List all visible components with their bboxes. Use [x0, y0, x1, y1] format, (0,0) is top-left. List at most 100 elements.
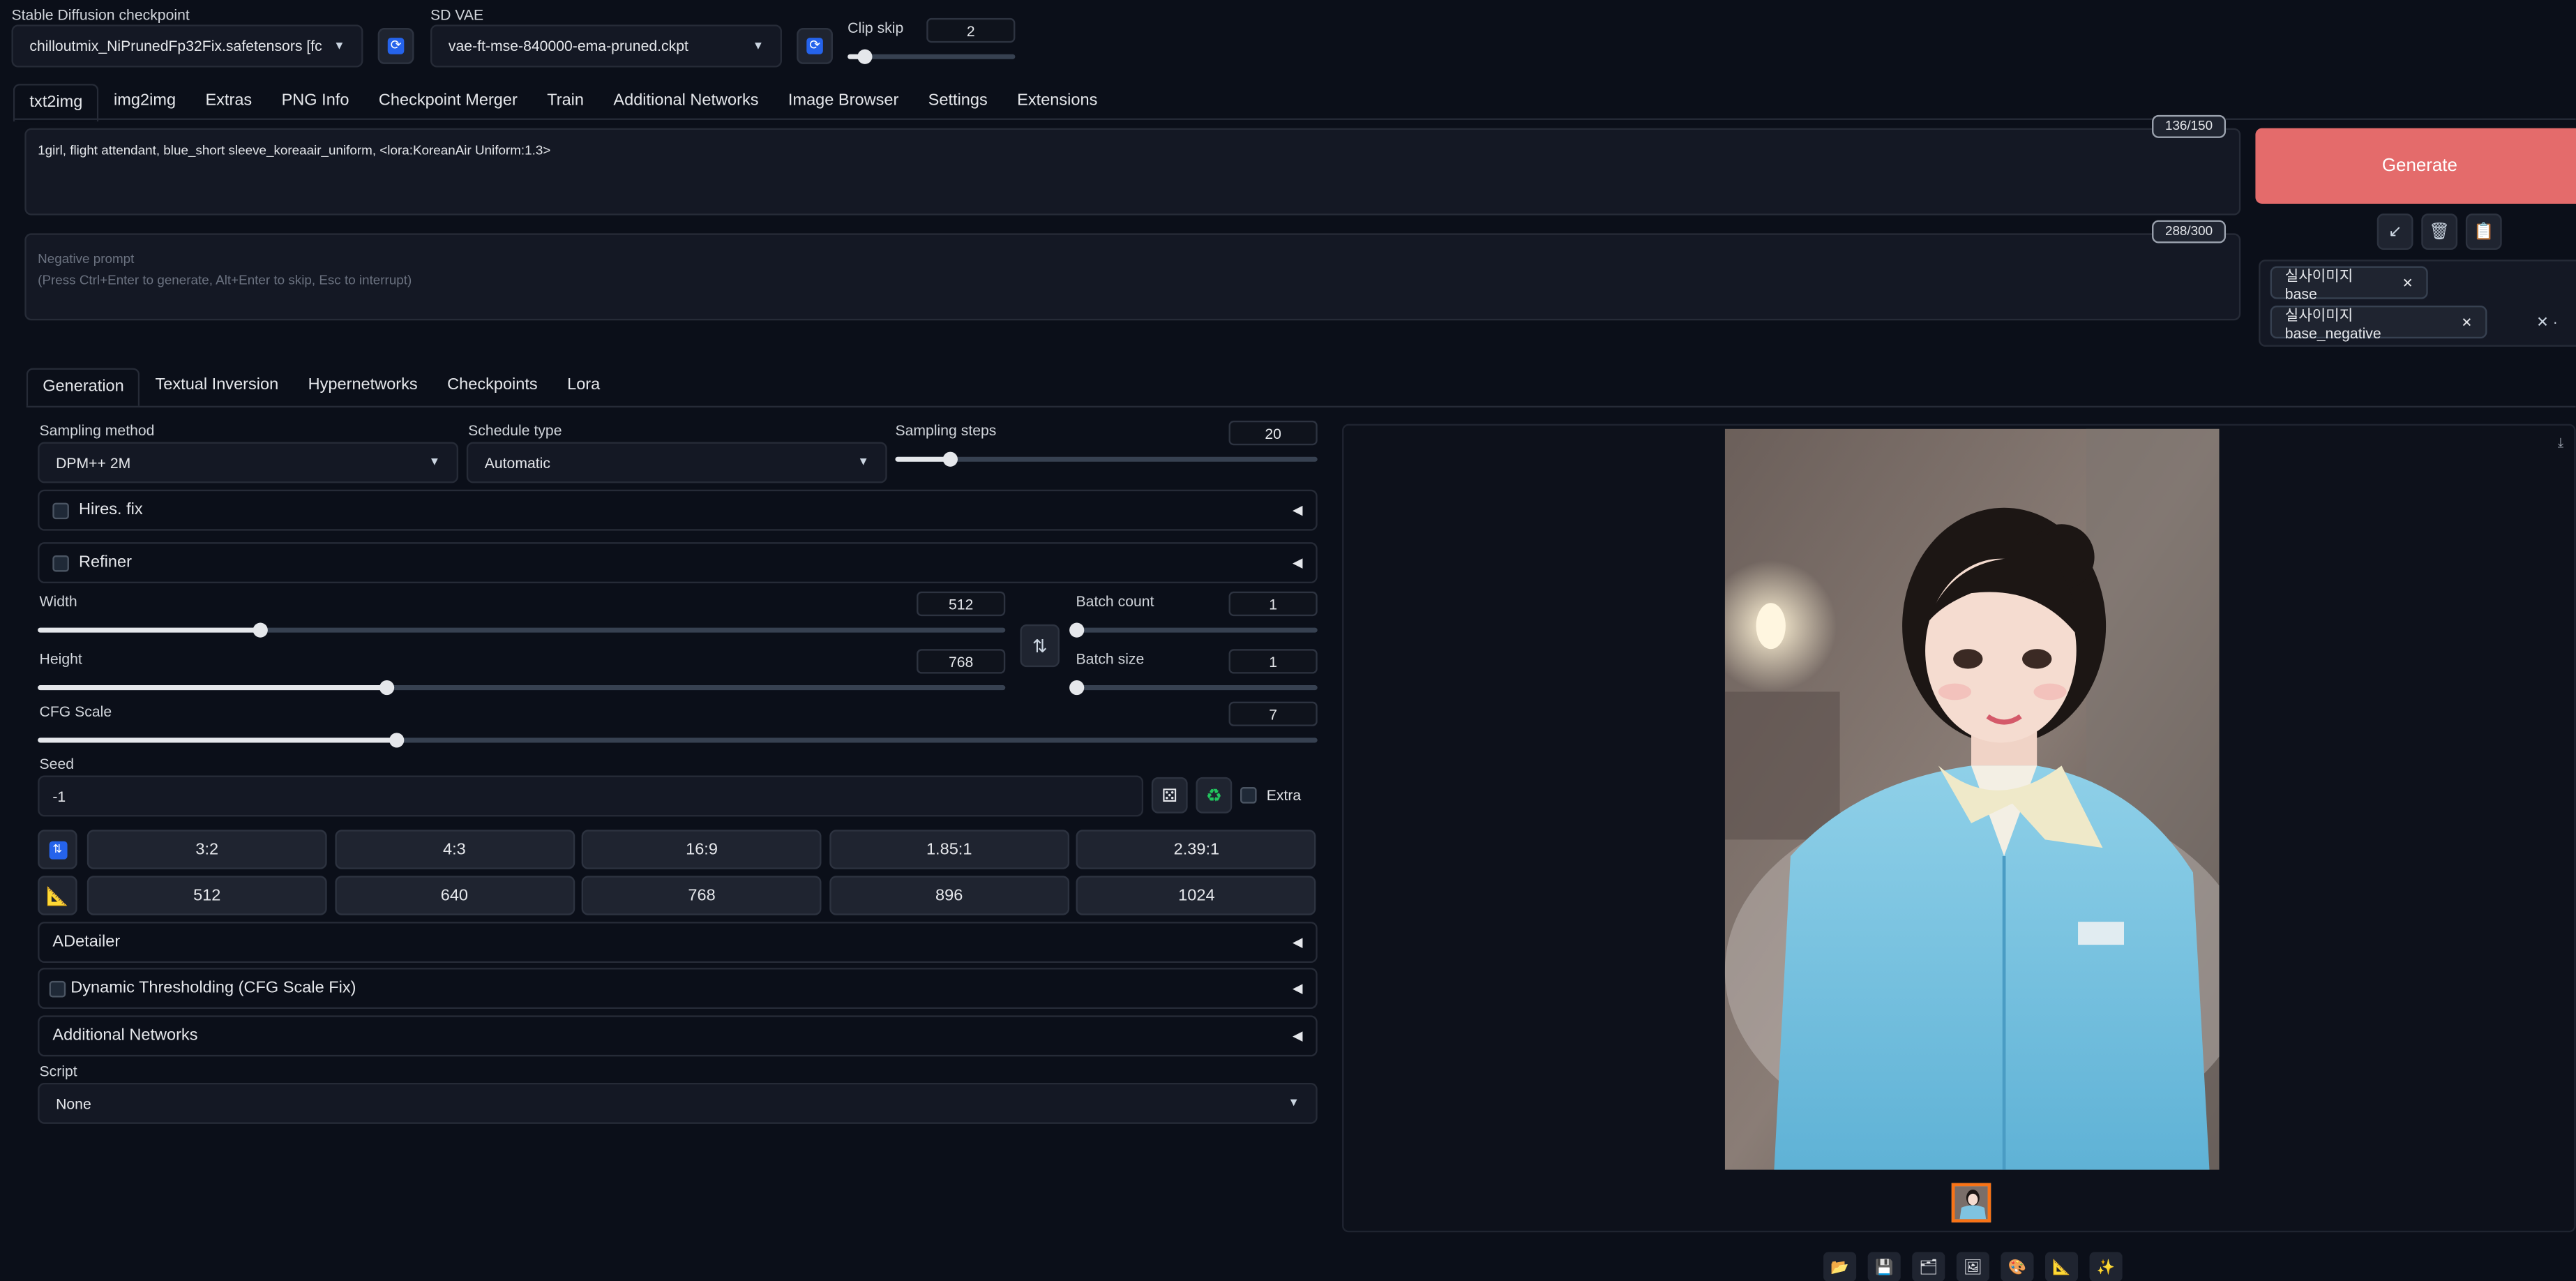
- subtab-hypernetworks[interactable]: Hypernetworks: [293, 368, 432, 406]
- dynamic-thresholding-accordion[interactable]: Dynamic Thresholding (CFG Scale Fix) ◀: [38, 968, 1318, 1009]
- subtab-checkpoints[interactable]: Checkpoints: [432, 368, 552, 406]
- tab-train[interactable]: Train: [532, 84, 598, 121]
- batch-size-input[interactable]: 1: [1228, 649, 1318, 674]
- random-seed-button[interactable]: ⚄: [1151, 777, 1188, 814]
- subtab-generation[interactable]: Generation: [26, 368, 141, 406]
- subtab-lora[interactable]: Lora: [552, 368, 615, 406]
- adetailer-accordion[interactable]: ADetailer ◀: [38, 922, 1318, 964]
- cfg-scale-input[interactable]: 7: [1228, 701, 1318, 726]
- tab-txt2img[interactable]: txt2img: [13, 84, 99, 122]
- vae-dropdown[interactable]: vae-ft-mse-840000-ema-pruned.ckpt ▼: [430, 24, 782, 68]
- tab-png-info[interactable]: PNG Info: [266, 84, 363, 121]
- batch-count-label: Batch count: [1076, 593, 1154, 610]
- tab-additional-networks[interactable]: Additional Networks: [598, 84, 774, 121]
- dynamic-thresholding-checkbox[interactable]: [49, 980, 66, 997]
- checkpoint-label: Stable Diffusion checkpoint: [11, 6, 190, 23]
- tab-extensions[interactable]: Extensions: [1002, 84, 1113, 121]
- trash-icon: 🗑: [2429, 223, 2450, 241]
- tab-extras[interactable]: Extras: [190, 84, 266, 121]
- generate-button[interactable]: Generate: [2255, 128, 2576, 204]
- tab-img2img[interactable]: img2img: [99, 84, 190, 121]
- refiner-checkbox[interactable]: [52, 554, 69, 571]
- sampling-steps-slider[interactable]: [895, 451, 1318, 467]
- size-preset-button[interactable]: 896: [829, 876, 1069, 915]
- batch-count-input[interactable]: 1: [1228, 591, 1318, 617]
- sampling-steps-input[interactable]: 20: [1228, 420, 1318, 446]
- slider-thumb[interactable]: [1069, 680, 1085, 696]
- clip-skip-slider[interactable]: [848, 49, 1016, 64]
- refresh-checkpoint-button[interactable]: ⟳: [377, 28, 414, 64]
- generated-image[interactable]: [1724, 428, 2220, 1170]
- batch-size-slider[interactable]: [1069, 680, 1318, 696]
- zip-button[interactable]: 🗂: [1912, 1252, 1945, 1281]
- size-preset-button[interactable]: 768: [582, 876, 822, 915]
- clip-skip-input[interactable]: 2: [926, 17, 1016, 43]
- seed-input[interactable]: -1: [38, 775, 1144, 817]
- switch-orientation-button[interactable]: ⇅: [38, 830, 77, 869]
- checkpoint-dropdown[interactable]: chilloutmix_NiPrunedFp32Fix.safetensors …: [11, 24, 363, 68]
- width-slider[interactable]: [38, 622, 1006, 638]
- script-value: None: [56, 1095, 91, 1112]
- read-params-button[interactable]: ↙: [2377, 214, 2413, 250]
- upscale-button[interactable]: ✨: [2089, 1252, 2123, 1281]
- clear-styles-icon[interactable]: ✕ ·: [2536, 314, 2558, 332]
- aspect-ratio-button[interactable]: 2.39:1: [1076, 830, 1317, 869]
- size-preset-button[interactable]: 640: [334, 876, 575, 915]
- refresh-vae-button[interactable]: ⟳: [797, 28, 833, 64]
- cfg-scale-slider[interactable]: [38, 733, 1318, 748]
- download-icon[interactable]: ⤓: [2558, 435, 2563, 452]
- tab-image-browser[interactable]: Image Browser: [774, 84, 914, 121]
- size-preset-button[interactable]: 1024: [1076, 876, 1317, 915]
- slider-thumb[interactable]: [943, 451, 958, 467]
- script-label: Script: [39, 1063, 77, 1080]
- slider-thumb[interactable]: [389, 733, 405, 748]
- size-preset-button[interactable]: 512: [86, 876, 327, 915]
- tab-settings[interactable]: Settings: [913, 84, 1002, 121]
- sampling-method-dropdown[interactable]: DPM++ 2M ▼: [38, 442, 459, 484]
- schedule-type-label: Schedule type: [468, 422, 562, 439]
- batch-count-slider[interactable]: [1069, 622, 1318, 638]
- tab-checkpoint-merger[interactable]: Checkpoint Merger: [364, 84, 532, 121]
- hires-fix-checkbox[interactable]: [52, 502, 69, 519]
- script-dropdown[interactable]: None ▼: [38, 1082, 1318, 1124]
- extra-checkbox[interactable]: [1240, 787, 1257, 804]
- folder-icon: 📂: [1830, 1257, 1849, 1275]
- additional-networks-accordion[interactable]: Additional Networks ◀: [38, 1015, 1318, 1057]
- apply-styles-button[interactable]: 📋: [2465, 214, 2502, 250]
- open-folder-button[interactable]: 📂: [1823, 1252, 1857, 1281]
- image-icon: 🖼: [1963, 1257, 1982, 1275]
- aspect-ratio-button[interactable]: 4:3: [334, 830, 575, 869]
- height-slider[interactable]: [38, 680, 1006, 696]
- chevron-down-icon: ▼: [1288, 1098, 1300, 1109]
- aspect-ratio-button[interactable]: 3:2: [86, 830, 327, 869]
- send-to-img2img-button[interactable]: 🖼: [1956, 1252, 1989, 1281]
- hires-fix-accordion[interactable]: Hires. fix ◀: [38, 489, 1318, 531]
- width-input[interactable]: 512: [917, 591, 1006, 617]
- close-icon[interactable]: ✕: [2402, 275, 2413, 290]
- save-button[interactable]: 💾: [1867, 1252, 1901, 1281]
- reuse-seed-button[interactable]: ♻: [1196, 777, 1233, 814]
- negative-prompt-textarea[interactable]: Negative prompt (Press Ctrl+Enter to gen…: [24, 233, 2241, 321]
- size-preset-icon-button[interactable]: 📐: [38, 876, 77, 915]
- refiner-accordion[interactable]: Refiner ◀: [38, 542, 1318, 584]
- gallery-thumbnail[interactable]: [1951, 1183, 1991, 1223]
- subtab-textual-inversion[interactable]: Textual Inversion: [140, 368, 293, 406]
- send-to-inpaint-button[interactable]: 🎨: [2001, 1252, 2034, 1281]
- style-chip-base-negative[interactable]: 실사이미지 base_negative ✕: [2270, 306, 2487, 341]
- slider-thumb[interactable]: [1069, 622, 1085, 638]
- swap-dimensions-button[interactable]: ⇅: [1020, 624, 1060, 668]
- clear-prompt-button[interactable]: 🗑: [2421, 214, 2458, 250]
- arrow-down-left-icon: ↙: [2388, 223, 2402, 241]
- slider-thumb[interactable]: [379, 680, 395, 696]
- slider-thumb[interactable]: [857, 49, 873, 64]
- schedule-type-dropdown[interactable]: Automatic ▼: [466, 442, 887, 484]
- style-chip-base[interactable]: 실사이미지 base ✕: [2270, 266, 2428, 301]
- extra-seed-toggle[interactable]: Extra: [1240, 787, 1301, 804]
- close-icon[interactable]: ✕: [2461, 315, 2472, 329]
- aspect-ratio-button[interactable]: 1.85:1: [829, 830, 1069, 869]
- height-input[interactable]: 768: [917, 649, 1006, 674]
- aspect-ratio-button[interactable]: 16:9: [582, 830, 822, 869]
- prompt-textarea[interactable]: 1girl, flight attendant, blue_short slee…: [24, 128, 2241, 216]
- send-to-extras-button[interactable]: 📐: [2044, 1252, 2079, 1281]
- slider-thumb[interactable]: [253, 622, 269, 638]
